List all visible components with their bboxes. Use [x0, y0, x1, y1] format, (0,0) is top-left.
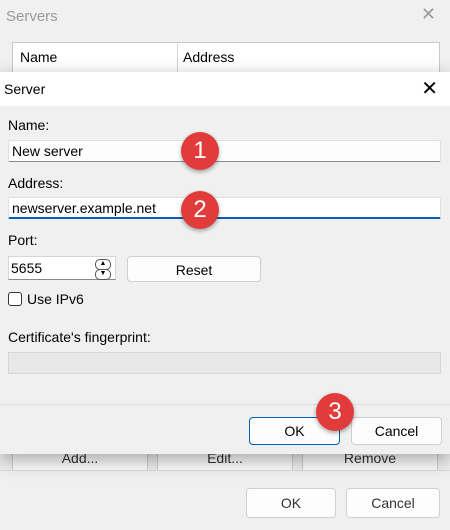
server-dialog-title: Server — [4, 81, 46, 97]
address-label: Address: — [8, 175, 64, 191]
servers-ok-button[interactable]: OK — [246, 488, 336, 518]
name-label: Name: — [8, 117, 50, 133]
fingerprint-label: Certificate's fingerprint: — [8, 329, 151, 345]
close-icon[interactable]: ✕ — [421, 76, 438, 101]
spin-down-icon[interactable]: ▼ — [95, 269, 111, 280]
reset-button[interactable]: Reset — [127, 256, 261, 282]
name-field[interactable] — [8, 140, 441, 162]
step-marker-1: 1 — [181, 132, 219, 170]
step-marker-2: 2 — [181, 191, 219, 229]
servers-cancel-button[interactable]: Cancel — [346, 488, 440, 518]
dialog-divider — [0, 404, 450, 405]
server-dialog: Server ✕ Name: Address: Port: 5655 ▲ ▼ R… — [0, 72, 450, 454]
column-header-name[interactable]: Name — [20, 49, 57, 65]
ipv6-label[interactable]: Use IPv6 — [27, 291, 84, 307]
step-marker-3: 3 — [316, 393, 354, 431]
server-dialog-titlebar: Server ✕ — [0, 72, 450, 106]
close-icon[interactable]: ✕ — [421, 4, 436, 25]
port-label: Port: — [8, 232, 38, 248]
ipv6-checkbox[interactable] — [8, 292, 22, 306]
column-divider — [177, 43, 178, 73]
servers-dialog-title: Servers — [6, 8, 58, 25]
column-header-address[interactable]: Address — [183, 49, 234, 65]
cancel-button[interactable]: Cancel — [351, 417, 442, 445]
port-value[interactable]: 5655 — [11, 260, 42, 276]
port-stepper[interactable]: 5655 ▲ ▼ — [8, 256, 116, 280]
servers-table[interactable]: Name Address — [12, 42, 440, 73]
fingerprint-field — [8, 352, 441, 374]
address-field[interactable] — [8, 197, 441, 219]
